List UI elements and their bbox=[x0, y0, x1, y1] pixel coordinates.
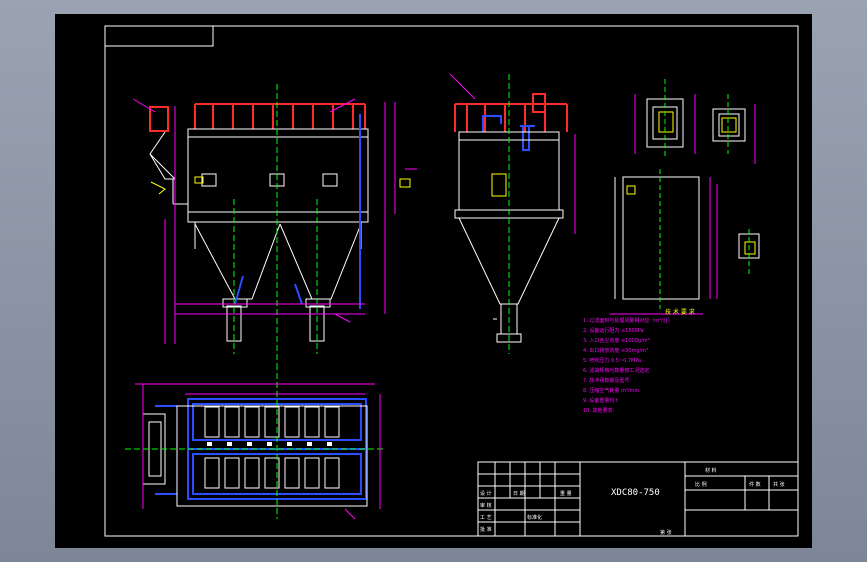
drawing-model: XDC80-750 bbox=[611, 488, 660, 498]
svg-text:标准化: 标准化 bbox=[527, 514, 542, 521]
front-railing bbox=[149, 103, 366, 132]
tech-note: 4. 出口排放浓度 ≤30mg/m³ bbox=[583, 347, 648, 354]
tech-note: 10. 其他要求： bbox=[583, 407, 618, 414]
tech-note: 3. 入口含尘浓度 ≤1000g/m³ bbox=[583, 337, 650, 344]
svg-text:第 张: 第 张 bbox=[660, 529, 672, 536]
tech-note: 8. 压缩空气耗量 m³/min bbox=[583, 387, 639, 394]
tech-note: 5. 喷吹压力 0.5~0.7MPa bbox=[583, 357, 641, 364]
svg-text:材 料: 材 料 bbox=[705, 467, 717, 474]
front-view bbox=[132, 84, 417, 364]
svg-text:批 准: 批 准 bbox=[480, 526, 492, 533]
plan-view bbox=[125, 364, 385, 520]
front-body bbox=[149, 128, 369, 342]
title-stub bbox=[104, 25, 214, 47]
tech-note: 1. 过滤面积与处理风量相对应（m²/台） bbox=[583, 317, 673, 324]
tech-note: 7. 脉冲阀数量及型号 bbox=[583, 377, 629, 384]
tech-notes: 技 术 要 求 1. 过滤面积与处理风量相对应（m²/台） 2. 设备运行阻力 … bbox=[583, 308, 695, 414]
svg-text:件 数: 件 数 bbox=[749, 481, 761, 488]
svg-text:设 计: 设 计 bbox=[480, 490, 492, 497]
tech-heading: 技 术 要 求 bbox=[665, 308, 695, 316]
tech-note: 2. 设备运行阻力 ≤1500Pa bbox=[583, 327, 644, 334]
svg-text:比 例: 比 例 bbox=[695, 481, 707, 488]
svg-text:重 量: 重 量 bbox=[560, 490, 572, 497]
outer-frame bbox=[104, 25, 799, 537]
side-view bbox=[449, 73, 576, 354]
svg-text:工 艺: 工 艺 bbox=[480, 515, 492, 521]
svg-text:共 张: 共 张 bbox=[773, 481, 785, 488]
tech-note: 6. 滤袋规格与数量按工况选定 bbox=[583, 367, 649, 374]
cad-viewport[interactable]: 技 术 要 求 1. 过滤面积与处理风量相对应（m²/台） 2. 设备运行阻力 … bbox=[55, 14, 812, 548]
detail-views bbox=[610, 79, 760, 315]
title-labels: 设 计 审 核 工 艺 批 准 日 期 标准化 重 量 第 张 材 料 比 例 … bbox=[480, 467, 785, 536]
cad-drawing: 技 术 要 求 1. 过滤面积与处理风量相对应（m²/台） 2. 设备运行阻力 … bbox=[104, 25, 799, 537]
tech-note: 9. 设备重量约 t bbox=[583, 397, 618, 404]
svg-text:日 期: 日 期 bbox=[513, 491, 525, 497]
title-block bbox=[477, 461, 799, 537]
svg-text:审 核: 审 核 bbox=[480, 502, 492, 509]
